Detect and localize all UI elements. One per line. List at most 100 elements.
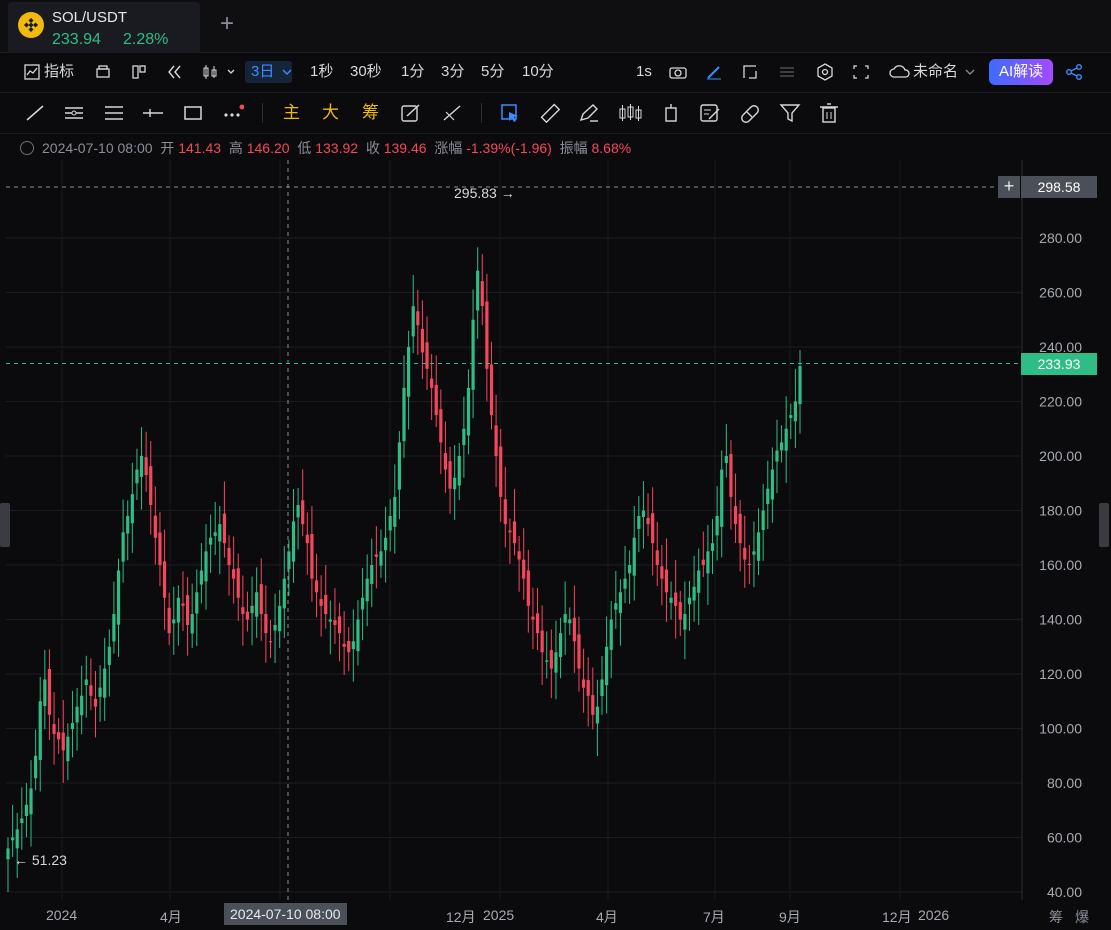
candle-body <box>466 387 471 436</box>
big-order-button[interactable]: 大 <box>322 103 339 123</box>
rewind-icon[interactable] <box>166 64 184 80</box>
brush-icon[interactable] <box>578 103 600 123</box>
candle-body <box>43 679 47 706</box>
candle-body <box>15 829 19 849</box>
print-icon[interactable] <box>95 64 111 80</box>
candle-body <box>162 561 167 598</box>
pencil-icon[interactable] <box>705 64 723 80</box>
high-label: 高 <box>228 140 243 156</box>
indicator-icon[interactable] <box>24 64 40 80</box>
candle-body <box>678 602 682 620</box>
candle-body <box>572 617 576 642</box>
candle-body <box>535 613 540 634</box>
candle-body <box>24 804 29 816</box>
parallel-channel-icon[interactable] <box>63 103 85 123</box>
interval-1m-button[interactable]: 1分 <box>401 61 424 83</box>
cloud-icon[interactable] <box>889 64 911 80</box>
interval-3m-button[interactable]: 3分 <box>441 61 464 83</box>
low-value: 133.92 <box>315 140 359 156</box>
edit-box-icon[interactable] <box>400 103 422 123</box>
interval-30s-button[interactable]: 30秒 <box>350 61 382 83</box>
candle-body <box>185 595 190 625</box>
candle-body <box>715 515 719 536</box>
candle-body <box>356 619 360 652</box>
candle-body <box>259 584 263 615</box>
horizontal-ray-icon[interactable] <box>142 103 164 123</box>
add-alert-plus-icon[interactable]: + <box>998 176 1020 198</box>
interval-5m-button[interactable]: 5分 <box>481 61 504 83</box>
candle-type-icon[interactable] <box>202 64 238 80</box>
candle-body <box>227 547 231 565</box>
crop-icon[interactable] <box>741 64 759 80</box>
candle-body <box>245 611 250 620</box>
candle-body <box>370 565 374 584</box>
candle-body <box>222 513 227 544</box>
candle-body <box>655 550 659 565</box>
candle-body <box>793 401 797 422</box>
collapse-legend-icon[interactable] <box>20 141 34 155</box>
candle-body <box>508 530 512 533</box>
price-tick-label: 60.00 <box>1047 830 1082 846</box>
candle-body <box>236 568 240 598</box>
note-icon[interactable] <box>699 103 721 123</box>
fullscreen-icon[interactable] <box>852 64 870 80</box>
candle-body <box>660 566 664 579</box>
candlestick-chart[interactable]: 280.00260.00240.00220.00200.00180.00160.… <box>0 160 1111 900</box>
right-collapse-handle[interactable] <box>1099 503 1109 547</box>
candle-tools-icon[interactable] <box>618 103 644 123</box>
chips-distribution-button[interactable]: 筹 <box>362 103 379 123</box>
interval-10m-button[interactable]: 10分 <box>522 61 554 83</box>
chevron-down-icon[interactable] <box>965 68 975 76</box>
candle-body <box>724 456 728 463</box>
candle-body <box>11 837 15 841</box>
settings-hex-icon[interactable] <box>816 63 834 81</box>
list-icon[interactable] <box>778 64 796 80</box>
candle-body <box>563 614 567 623</box>
chevron-down-icon[interactable] <box>282 68 292 76</box>
indicators-button[interactable]: 指标 <box>44 61 74 83</box>
candle-body <box>632 537 636 576</box>
time-tick: 4月 <box>160 909 182 925</box>
candle-body <box>618 592 623 614</box>
candle-body <box>218 524 222 542</box>
change-value: -1.39%(-1.96) <box>466 140 552 156</box>
trend-line-icon[interactable] <box>24 103 46 123</box>
filter-icon[interactable] <box>779 103 801 123</box>
main-indicator-button[interactable]: 主 <box>283 103 300 123</box>
interval-1s-button[interactable]: 1秒 <box>310 61 333 83</box>
camera-icon[interactable] <box>669 64 687 80</box>
select-cursor-icon[interactable] <box>499 103 521 123</box>
candle-body <box>374 554 378 557</box>
measure-icon[interactable] <box>441 103 463 123</box>
horizontal-lines-icon[interactable] <box>103 103 125 123</box>
candle-body <box>651 513 655 544</box>
chips-axis-label: 筹 <box>1049 909 1063 925</box>
more-tools-icon[interactable] <box>222 103 244 123</box>
layout-name-button[interactable]: 未命名 <box>913 61 958 83</box>
symbol-tab[interactable]: SOL/USDT 233.94 2.28% <box>8 2 200 52</box>
close-label: 收 <box>365 140 380 156</box>
refresh-rate-button[interactable]: 1s <box>636 61 652 83</box>
candle-body <box>720 469 724 527</box>
candle-body <box>80 695 84 716</box>
rectangle-icon[interactable] <box>182 103 204 123</box>
magnet-icon[interactable] <box>739 103 761 123</box>
liquidation-axis-label: 爆 <box>1075 909 1089 925</box>
candle-body <box>388 515 392 531</box>
ai-interpret-button[interactable]: AI解读 <box>989 59 1054 85</box>
candle-body <box>167 607 171 634</box>
ohlc-date: 2024-07-10 08:00 <box>42 140 153 156</box>
layout-icon[interactable] <box>131 64 147 80</box>
candle-body <box>733 506 738 525</box>
candle-body <box>66 736 70 762</box>
price-tick-label: 80.00 <box>1047 775 1082 791</box>
share-icon[interactable] <box>1065 63 1083 81</box>
ruler-icon[interactable] <box>539 103 561 123</box>
trash-icon[interactable] <box>818 103 840 123</box>
left-collapse-handle[interactable] <box>0 503 10 547</box>
add-tab-plus-icon[interactable]: + <box>220 12 234 36</box>
max-price-label: 295.83 → <box>454 185 515 201</box>
single-candle-icon[interactable] <box>660 103 682 123</box>
candle-body <box>549 650 553 669</box>
candle-body <box>70 723 75 729</box>
